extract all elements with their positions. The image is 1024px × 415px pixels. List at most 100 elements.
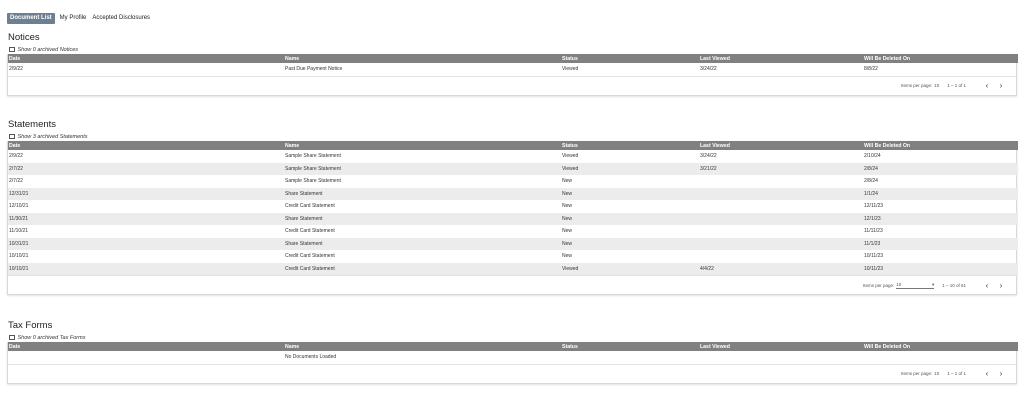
cell-deleted-on: 2/10/24 bbox=[864, 153, 881, 160]
items-per-page-value: 10 bbox=[934, 83, 940, 88]
column-header-name[interactable]: Name bbox=[284, 342, 561, 351]
column-header-name[interactable]: Name bbox=[284, 141, 561, 150]
cell-last-viewed: 4/4/22 bbox=[699, 262, 863, 275]
table-row[interactable]: 11/30/21 Share Statement New 12/1/23 bbox=[8, 212, 1018, 225]
cell-date: 11/10/21 bbox=[9, 228, 29, 235]
cell-deleted-on: 12/1/23 bbox=[863, 212, 1018, 225]
table-row[interactable]: 2/9/22 Past Due Payment Notice Viewed 3/… bbox=[8, 63, 1018, 76]
statements-paginator: Items per page: 10 ▾ 1 – 10 of 61 ‹ › bbox=[8, 275, 1016, 294]
cell-name[interactable]: Credit Card Statement bbox=[284, 250, 561, 263]
table-header-row: Date Name Status Last Viewed Will Be Del… bbox=[8, 54, 1018, 63]
table-row[interactable]: 2/7/22 Sample Share Statement New 2/8/24 bbox=[8, 175, 1018, 188]
cell-last-viewed bbox=[699, 237, 863, 250]
column-header-status[interactable]: Status bbox=[561, 342, 699, 351]
cell-deleted-on: 2/8/24 bbox=[863, 162, 1018, 175]
chevron-left-icon[interactable]: ‹ bbox=[980, 369, 994, 378]
cell-name[interactable]: Credit Card Statement bbox=[284, 225, 561, 238]
cell-name[interactable]: Credit Card Statement bbox=[284, 200, 561, 213]
column-header-last-viewed[interactable]: Last Viewed bbox=[699, 54, 863, 63]
checkbox-icon[interactable] bbox=[9, 46, 15, 53]
checkbox-icon[interactable] bbox=[9, 133, 15, 140]
cell-name[interactable]: Credit Card Statement bbox=[284, 262, 561, 275]
cell-date: 2/7/22 bbox=[9, 178, 23, 185]
notices-archive-toggle[interactable]: Show 0 archived Notices bbox=[7, 45, 1017, 54]
column-header-date[interactable]: Date bbox=[8, 54, 284, 63]
cell-status bbox=[561, 351, 699, 364]
cell-date: 2/9/22 bbox=[9, 66, 23, 73]
cell-date: 12/10/21 bbox=[9, 203, 29, 210]
cell-date: 12/31/21 bbox=[8, 187, 284, 200]
page-range-label: 1 – 1 of 1 bbox=[947, 83, 966, 88]
cell-status: Viewed bbox=[562, 153, 579, 160]
table-row[interactable]: 10/31/21 Share Statement New 11/1/23 bbox=[8, 237, 1018, 250]
column-header-date[interactable]: Date bbox=[8, 342, 284, 351]
page-range-label: 1 – 10 of 61 bbox=[942, 282, 966, 288]
cell-status: Viewed bbox=[561, 162, 699, 175]
column-header-deleted-on[interactable]: Will Be Deleted On bbox=[863, 342, 1018, 351]
column-header-date[interactable]: Date bbox=[8, 141, 284, 150]
cell-deleted-on: 11/1/23 bbox=[863, 237, 1018, 250]
cell-last-viewed bbox=[699, 212, 863, 225]
cell-deleted-on: 1/1/24 bbox=[863, 187, 1018, 200]
tax-forms-section: Tax Forms Show 0 archived Tax Forms Date… bbox=[7, 319, 1018, 384]
chevron-left-icon[interactable]: ‹ bbox=[980, 281, 994, 290]
chevron-left-icon[interactable]: ‹ bbox=[980, 81, 994, 90]
tab-my-profile[interactable]: My Profile bbox=[57, 13, 90, 24]
cell-status: New bbox=[562, 228, 573, 235]
column-header-last-viewed[interactable]: Last Viewed bbox=[699, 342, 863, 351]
table-row[interactable]: 2/9/22 Sample Share Statement Viewed 3/2… bbox=[8, 150, 1018, 163]
cell-last-viewed bbox=[699, 250, 863, 263]
statements-archive-toggle[interactable]: Show 3 archived Statements bbox=[7, 132, 1017, 141]
cell-name[interactable]: Sample Share Statement bbox=[284, 162, 561, 175]
cell-deleted-on: 10/11/23 bbox=[863, 262, 1018, 275]
cell-name[interactable]: Past Due Payment Notice bbox=[284, 63, 561, 76]
cell-last-viewed bbox=[699, 351, 863, 364]
column-header-name[interactable]: Name bbox=[284, 54, 561, 63]
caret-down-icon: ▾ bbox=[931, 281, 935, 287]
tax-forms-archive-label: Show 0 archived Tax Forms bbox=[17, 334, 86, 341]
cell-name[interactable]: Share Statement bbox=[284, 212, 561, 225]
column-header-status[interactable]: Status bbox=[561, 141, 699, 150]
cell-name[interactable]: Share Statement bbox=[284, 237, 561, 250]
cell-name[interactable]: Sample Share Statement bbox=[284, 150, 561, 163]
items-per-page-label: Items per page: bbox=[862, 282, 895, 288]
checkbox-icon[interactable] bbox=[9, 334, 15, 341]
tab-document-list[interactable]: Document List bbox=[7, 13, 55, 24]
tab-accepted-disclosures[interactable]: Accepted Disclosures bbox=[89, 13, 153, 24]
tab-bar: Document List My Profile Accepted Disclo… bbox=[7, 13, 153, 24]
table-row[interactable]: 11/10/21 Credit Card Statement New 11/11… bbox=[8, 225, 1018, 238]
notices-table-container: Date Name Status Last Viewed Will Be Del… bbox=[7, 54, 1018, 96]
table-row[interactable]: 10/10/21 Credit Card Statement New 10/11… bbox=[8, 250, 1018, 263]
cell-deleted-on: 2/8/24 bbox=[864, 178, 878, 185]
column-header-deleted-on[interactable]: Will Be Deleted On bbox=[863, 54, 1018, 63]
cell-deleted-on: 8/8/22 bbox=[864, 66, 878, 73]
tax-forms-archive-toggle[interactable]: Show 0 archived Tax Forms bbox=[7, 333, 1017, 342]
items-per-page-select[interactable]: 10 ▾ bbox=[896, 281, 935, 289]
cell-status: New bbox=[561, 212, 699, 225]
cell-status: New bbox=[562, 178, 573, 185]
cell-status: New bbox=[562, 253, 573, 260]
cell-deleted-on: 11/11/23 bbox=[864, 228, 883, 235]
statements-section: Statements Show 3 archived Statements Da… bbox=[7, 118, 1018, 295]
cell-deleted-on bbox=[863, 351, 1018, 364]
table-header-row: Date Name Status Last Viewed Will Be Del… bbox=[8, 342, 1018, 351]
cell-name[interactable]: Share Statement bbox=[284, 187, 561, 200]
cell-name[interactable]: Sample Share Statement bbox=[284, 175, 561, 188]
notices-section: Notices Show 0 archived Notices Date Nam… bbox=[7, 31, 1018, 96]
notices-archive-label: Show 0 archived Notices bbox=[17, 46, 79, 53]
column-header-status[interactable]: Status bbox=[561, 54, 699, 63]
table-row[interactable]: 12/31/21 Share Statement New 1/1/24 bbox=[8, 187, 1018, 200]
items-per-page-label: Items per page: bbox=[900, 83, 933, 88]
cell-date: 11/30/21 bbox=[8, 212, 284, 225]
chevron-right-icon[interactable]: › bbox=[994, 281, 1008, 290]
statements-table-container: Date Name Status Last Viewed Will Be Del… bbox=[7, 141, 1018, 295]
table-row[interactable]: 12/10/21 Credit Card Statement New 12/11… bbox=[8, 200, 1018, 213]
column-header-deleted-on[interactable]: Will Be Deleted On bbox=[863, 141, 1018, 150]
cell-last-viewed bbox=[699, 200, 863, 213]
chevron-right-icon[interactable]: › bbox=[994, 369, 1008, 378]
table-row[interactable]: 10/10/21 Credit Card Statement Viewed 4/… bbox=[8, 262, 1018, 275]
chevron-right-icon[interactable]: › bbox=[994, 81, 1008, 90]
column-header-last-viewed[interactable]: Last Viewed bbox=[699, 141, 863, 150]
table-row[interactable]: 2/7/22 Sample Share Statement Viewed 3/2… bbox=[8, 162, 1018, 175]
tax-forms-table-container: Date Name Status Last Viewed Will Be Del… bbox=[7, 342, 1018, 384]
